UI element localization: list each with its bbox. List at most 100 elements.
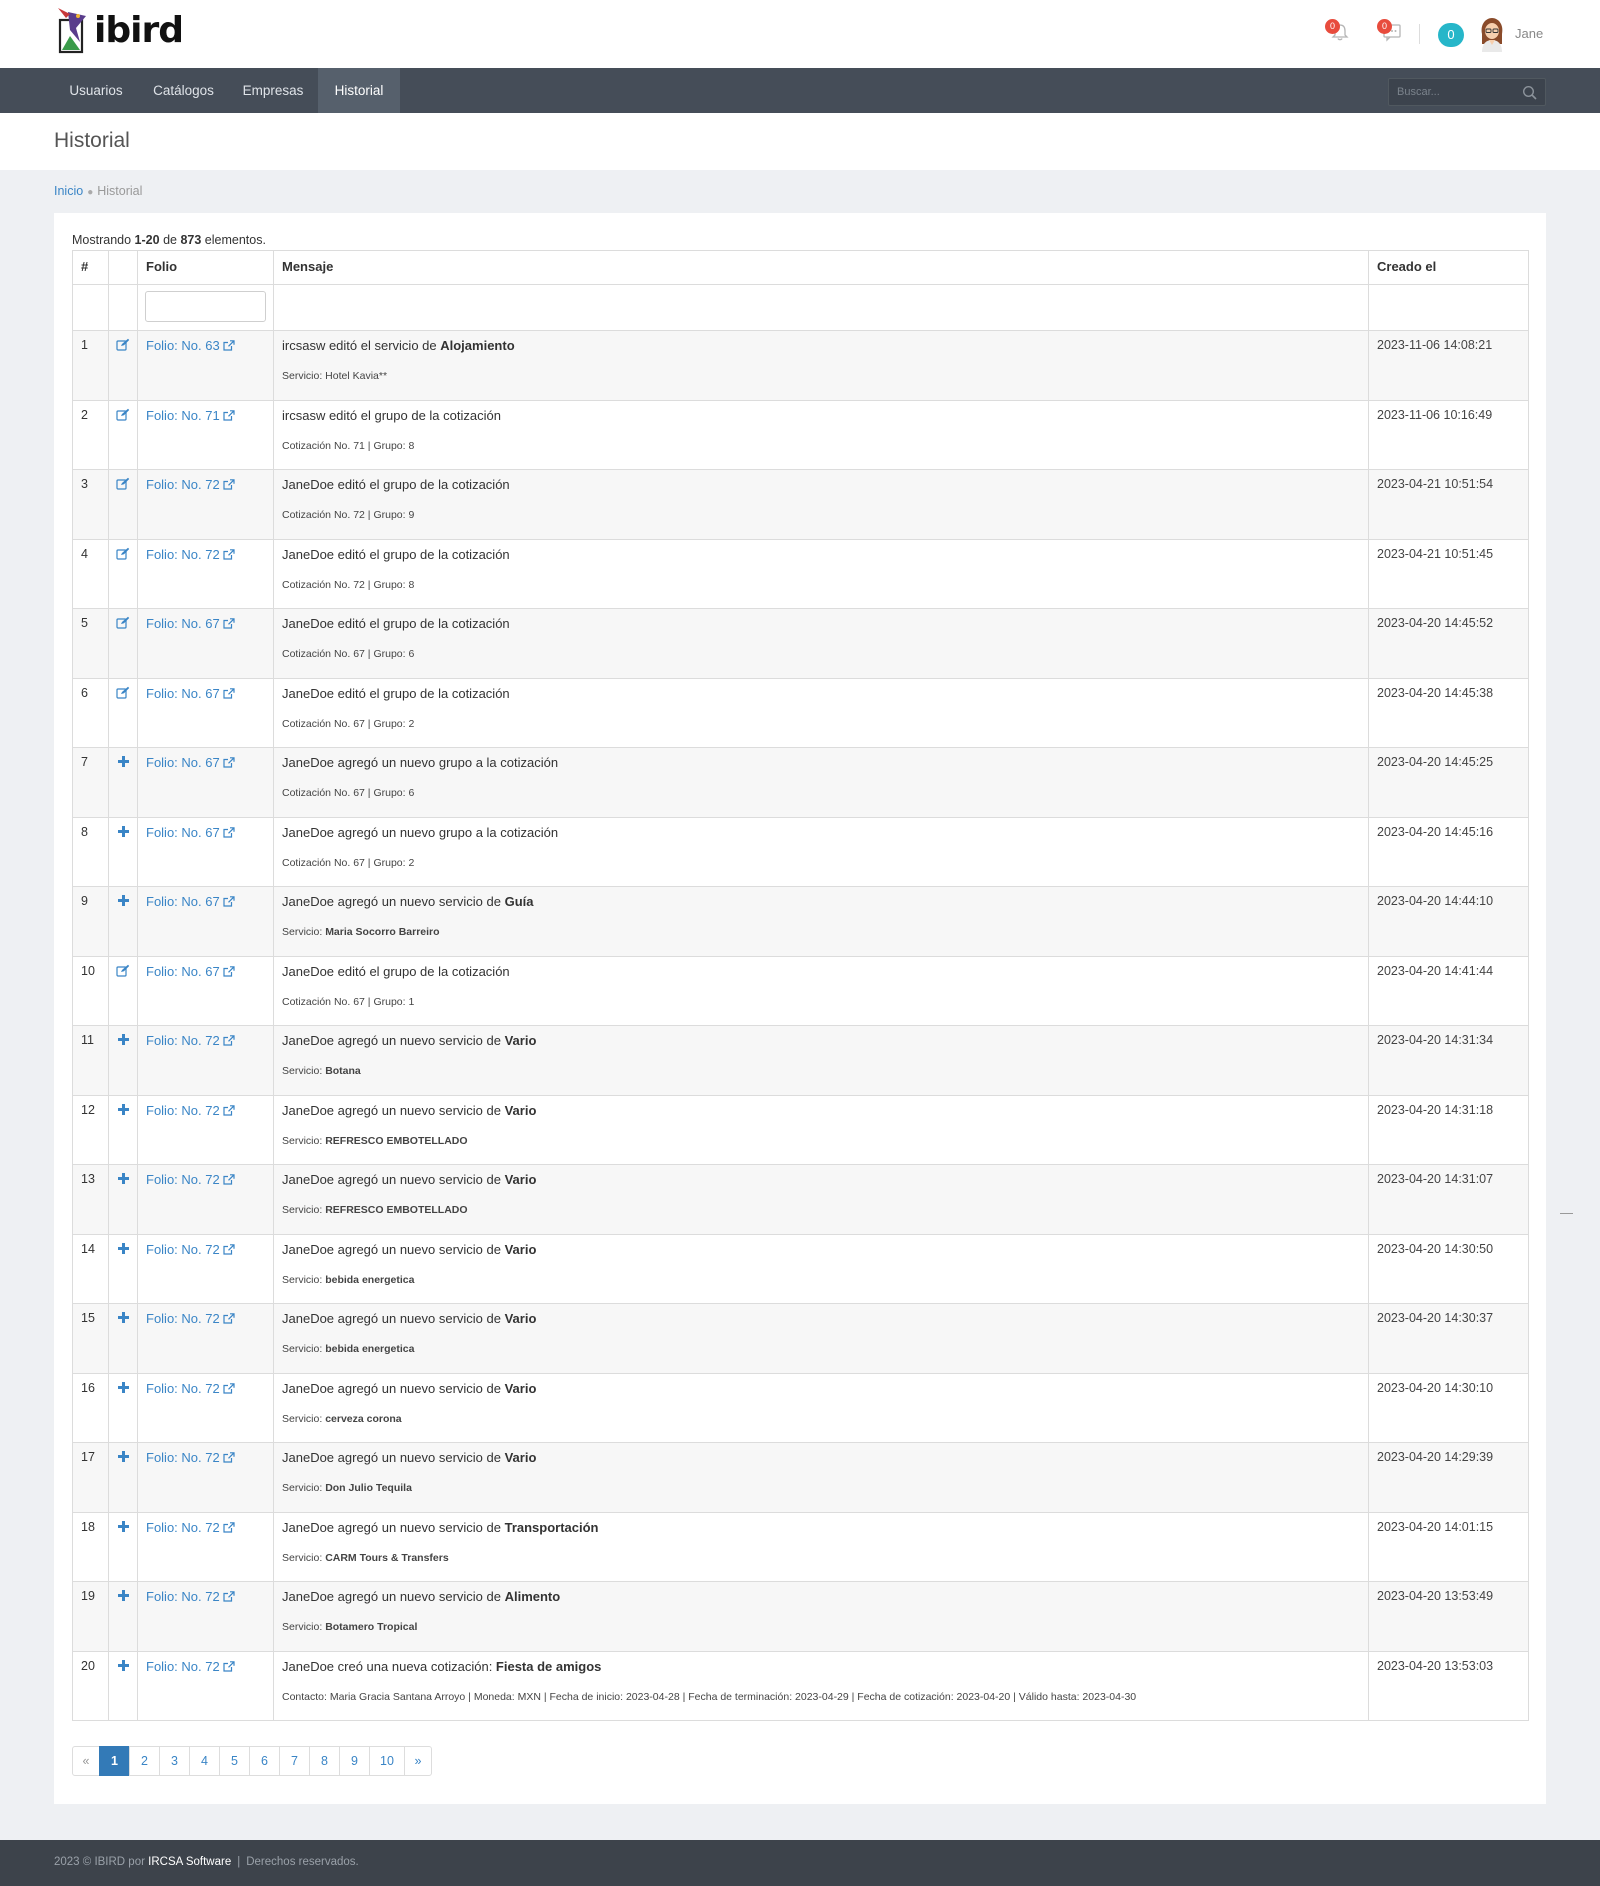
search-input[interactable] <box>1397 84 1517 100</box>
message-highlight: Vario <box>504 1172 537 1187</box>
message-highlight: Fiesta de amigos <box>495 1658 602 1674</box>
row-folio-cell: Folio: No. 72 <box>137 538 274 609</box>
counter-badge[interactable]: 0 <box>1438 23 1464 47</box>
scroll-indicator[interactable] <box>1560 1213 1573 1214</box>
plus-icon[interactable] <box>117 1589 129 1604</box>
folio-link-text: Folio: No. 63 <box>146 338 220 353</box>
row-folio-cell: Folio: No. 72 <box>137 469 274 540</box>
folio-link[interactable]: Folio: No. 72 <box>146 1033 235 1048</box>
folio-link[interactable]: Folio: No. 71 <box>146 408 235 423</box>
nav-item-catalogos[interactable]: Catálogos <box>141 68 226 113</box>
plus-icon[interactable] <box>117 1659 129 1674</box>
pagination-page-9[interactable]: 9 <box>339 1746 370 1776</box>
detail-highlight: REFRESCO EMBOTELLADO <box>325 1204 468 1216</box>
folio-link[interactable]: Folio: No. 72 <box>146 1659 235 1674</box>
message-text: JaneDoe creó una nueva cotización: Fiest… <box>282 1659 1360 1674</box>
column-header-created[interactable]: Creado el <box>1368 250 1529 285</box>
nav-item-historial[interactable]: Historial <box>318 68 400 113</box>
message-prefix: JaneDoe agregó un nuevo grupo a la cotiz… <box>282 755 559 770</box>
folio-filter-input[interactable] <box>145 291 266 322</box>
plus-icon[interactable] <box>117 755 129 770</box>
detail-prefix: Cotización No. 72 | Grupo: 9 <box>282 509 415 521</box>
plus-icon[interactable] <box>117 825 129 840</box>
folio-link[interactable]: Folio: No. 72 <box>146 1242 235 1257</box>
row-number: 10 <box>72 955 109 1026</box>
pagination-page-2[interactable]: 2 <box>129 1746 160 1776</box>
history-table-body: 1 Folio: No. 63 ircsasw editó el servicio … <box>72 330 1529 1721</box>
folio-link[interactable]: Folio: No. 67 <box>146 686 235 701</box>
pagination-page-5[interactable]: 5 <box>219 1746 250 1776</box>
nav-item-empresas[interactable]: Empresas <box>230 68 316 113</box>
folio-link[interactable]: Folio: No. 72 <box>146 1311 235 1326</box>
pagination-page-7[interactable]: 7 <box>279 1746 310 1776</box>
edit-icon[interactable] <box>116 547 130 563</box>
pagination-page-6[interactable]: 6 <box>249 1746 280 1776</box>
folio-link[interactable]: Folio: No. 72 <box>146 1381 235 1396</box>
row-created-date: 2023-04-20 13:53:03 <box>1368 1650 1529 1721</box>
folio-link[interactable]: Folio: No. 72 <box>146 1450 235 1465</box>
message-detail: Servicio: CARM Tours & Transfers <box>282 1552 1360 1564</box>
plus-icon[interactable] <box>117 1520 129 1535</box>
edit-icon[interactable] <box>116 477 130 493</box>
pagination-page-3[interactable]: 3 <box>159 1746 190 1776</box>
pagination-prev-button[interactable]: « <box>72 1746 100 1776</box>
pagination-page-8[interactable]: 8 <box>309 1746 340 1776</box>
edit-icon[interactable] <box>116 964 130 980</box>
folio-link-text: Folio: No. 72 <box>146 477 220 492</box>
row-created-date: 2023-04-20 14:30:37 <box>1368 1303 1529 1374</box>
folio-link[interactable]: Folio: No. 72 <box>146 1589 235 1604</box>
user-avatar[interactable] <box>1478 16 1506 52</box>
row-action-cell <box>108 1303 138 1374</box>
messages-button[interactable]: 0 <box>1377 19 1402 47</box>
row-created-date: 2023-11-06 10:16:49 <box>1368 399 1529 470</box>
notifications-button[interactable]: 0 <box>1325 19 1350 47</box>
pagination-page-10[interactable]: 10 <box>369 1746 405 1776</box>
pagination-page-4[interactable]: 4 <box>189 1746 220 1776</box>
plus-icon[interactable] <box>117 894 129 909</box>
folio-link[interactable]: Folio: No. 67 <box>146 894 235 909</box>
pagination-page-1[interactable]: 1 <box>99 1746 130 1776</box>
plus-icon[interactable] <box>117 1450 129 1465</box>
nav-item-usuarios[interactable]: Usuarios <box>55 68 137 113</box>
message-text: JaneDoe agregó un nuevo servicio de Vari… <box>282 1381 1360 1396</box>
folio-link[interactable]: Folio: No. 67 <box>146 755 235 770</box>
plus-icon[interactable] <box>117 1103 129 1118</box>
folio-link[interactable]: Folio: No. 72 <box>146 1520 235 1535</box>
column-header-folio[interactable]: Folio <box>137 250 274 285</box>
folio-link[interactable]: Folio: No. 67 <box>146 964 235 979</box>
folio-link[interactable]: Folio: No. 72 <box>146 1172 235 1187</box>
folio-link[interactable]: Folio: No. 67 <box>146 825 235 840</box>
table-row: 7 Folio: No. 67 JaneDoe agregó un nuevo gr… <box>72 747 1529 818</box>
edit-icon[interactable] <box>116 338 130 354</box>
column-header-message: Mensaje <box>273 250 1369 285</box>
message-detail: Servicio: Maria Socorro Barreiro <box>282 926 1360 938</box>
row-folio-cell: Folio: No. 72 <box>137 1164 274 1235</box>
folio-link[interactable]: Folio: No. 63 <box>146 338 235 353</box>
user-name[interactable]: Jane <box>1515 26 1543 41</box>
pagination-next-button[interactable]: » <box>404 1746 432 1776</box>
row-folio-cell: Folio: No. 72 <box>137 1233 274 1304</box>
detail-highlight: Maria Socorro Barreiro <box>325 926 440 938</box>
folio-link-text: Folio: No. 72 <box>146 1450 220 1465</box>
row-number: 7 <box>72 747 109 818</box>
plus-icon[interactable] <box>117 1311 129 1326</box>
edit-icon[interactable] <box>116 616 130 632</box>
breadcrumb-home-link[interactable]: Inicio <box>54 184 83 198</box>
footer-company-link[interactable]: IRCSA Software <box>148 1856 231 1868</box>
plus-icon[interactable] <box>117 1172 129 1187</box>
detail-prefix: Cotización No. 67 | Grupo: 6 <box>282 648 415 660</box>
edit-icon[interactable] <box>116 408 130 424</box>
folio-link[interactable]: Folio: No. 72 <box>146 1103 235 1118</box>
search-icon[interactable] <box>1522 85 1537 100</box>
plus-icon[interactable] <box>117 1033 129 1048</box>
plus-icon[interactable] <box>117 1381 129 1396</box>
plus-icon[interactable] <box>117 1242 129 1257</box>
message-prefix: JaneDoe agregó un nuevo servicio de <box>282 1589 505 1604</box>
edit-icon[interactable] <box>116 686 130 702</box>
external-link-icon <box>223 1173 235 1188</box>
folio-link[interactable]: Folio: No. 72 <box>146 547 235 562</box>
folio-link[interactable]: Folio: No. 72 <box>146 477 235 492</box>
app-logo[interactable]: ibird <box>56 4 184 56</box>
message-text: JaneDoe agregó un nuevo servicio de Vari… <box>282 1450 1360 1465</box>
folio-link[interactable]: Folio: No. 67 <box>146 616 235 631</box>
